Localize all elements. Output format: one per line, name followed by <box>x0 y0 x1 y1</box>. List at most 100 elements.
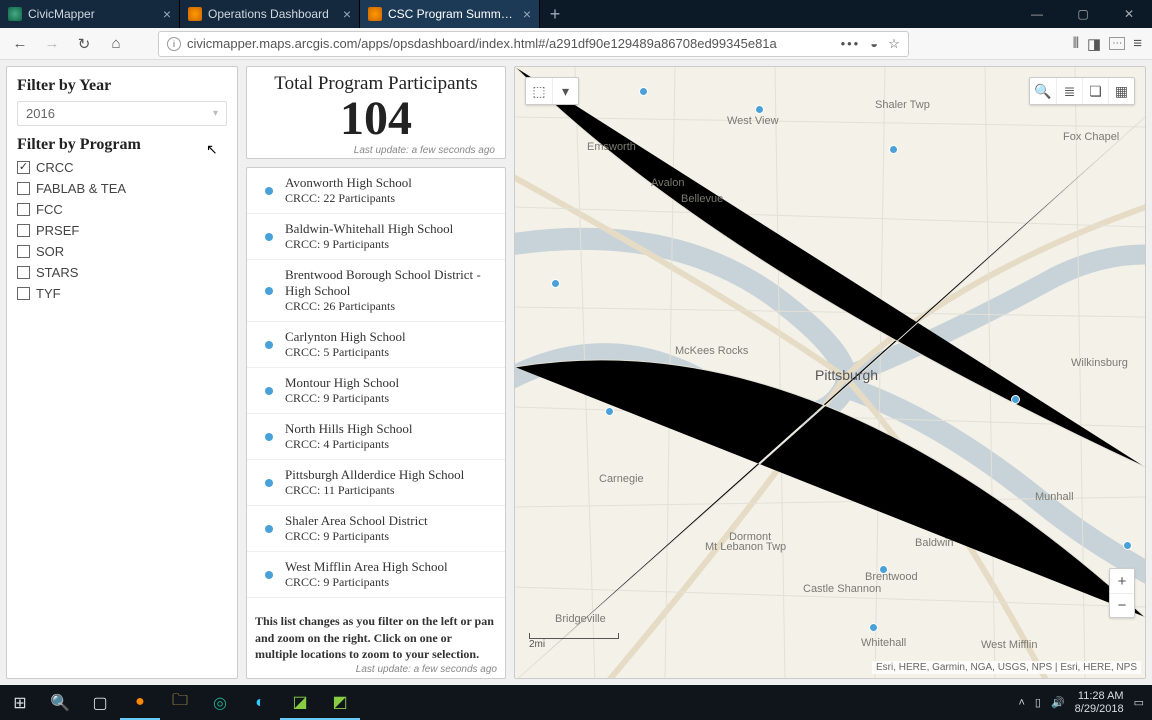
zoom-out-button[interactable]: − <box>1110 593 1134 617</box>
task-view-icon[interactable]: ▢ <box>80 685 120 720</box>
tab-csc-program-summary[interactable]: CSC Program Summary Dashb × <box>360 0 540 28</box>
more-icon[interactable]: ••• <box>841 36 861 51</box>
network-icon[interactable]: ▯ <box>1035 696 1041 709</box>
map-point[interactable] <box>1123 541 1132 550</box>
file-explorer-icon[interactable]: 🗀 <box>160 685 200 720</box>
close-icon[interactable]: × <box>163 6 171 22</box>
tab-label: CSC Program Summary Dashb <box>388 7 517 21</box>
list-item[interactable]: Avonworth High SchoolCRCC: 22 Participan… <box>247 168 505 214</box>
program-checkbox-sor[interactable]: SOR <box>17 244 227 259</box>
list-item[interactable]: Pittsburgh Allderdice High SchoolCRCC: 1… <box>247 460 505 506</box>
list-item[interactable]: North Hills High SchoolCRCC: 4 Participa… <box>247 414 505 460</box>
map-toolbar: 🔍 ≣ ❏ ▦ <box>1029 77 1135 105</box>
map-place-label: Fox Chapel <box>1063 131 1119 143</box>
firefox-icon[interactable]: ● <box>120 685 160 720</box>
search-taskbar-icon[interactable]: 🔍 <box>40 685 80 720</box>
basemap-icon[interactable]: ▦ <box>1108 78 1134 104</box>
select-tool-icon[interactable]: ⬚ <box>526 78 552 104</box>
map-point[interactable] <box>605 407 614 416</box>
bookmark-star-icon[interactable]: ☆ <box>888 36 900 52</box>
program-checkbox-crcc[interactable]: CRCC <box>17 160 227 175</box>
site-info-icon[interactable]: i <box>167 37 181 51</box>
tray-up-icon[interactable]: ˄ <box>1018 697 1024 709</box>
school-name: Shaler Area School District <box>285 513 428 529</box>
list-item[interactable]: West Mifflin Area High SchoolCRCC: 9 Par… <box>247 552 505 598</box>
screenshot-icon[interactable]: ⋯ <box>1109 37 1125 50</box>
map-panel[interactable]: West ViewShaler TwpFox ChapelEmsworthAva… <box>514 66 1146 679</box>
checkbox-icon[interactable] <box>17 266 30 279</box>
program-checkbox-prsef[interactable]: PRSEF <box>17 223 227 238</box>
list-note: This list changes as you filter on the l… <box>247 607 505 662</box>
map-point[interactable] <box>869 623 878 632</box>
menu-icon[interactable]: ≡ <box>1133 35 1142 52</box>
close-icon[interactable]: × <box>343 6 351 22</box>
map-place-label: Castle Shannon <box>803 583 881 595</box>
point-icon <box>265 433 273 441</box>
maximize-button[interactable]: ▢ <box>1060 0 1106 28</box>
program-checkbox-tyf[interactable]: TYF <box>17 286 227 301</box>
checkbox-icon[interactable] <box>17 287 30 300</box>
school-list[interactable]: Avonworth High SchoolCRCC: 22 Participan… <box>247 168 505 607</box>
home-button[interactable]: ⌂ <box>102 30 130 58</box>
list-item[interactable]: Brentwood Borough School District - High… <box>247 260 505 322</box>
layers-icon[interactable]: ❏ <box>1082 78 1108 104</box>
edge-icon[interactable]: ◎ <box>200 685 240 720</box>
tab-operations-dashboard[interactable]: Operations Dashboard × <box>180 0 360 28</box>
school-sub: CRCC: 5 Participants <box>285 345 406 360</box>
library-icon[interactable]: ⫴ <box>1073 35 1079 52</box>
checkbox-icon[interactable] <box>17 182 30 195</box>
list-item[interactable]: Carlynton High SchoolCRCC: 5 Participant… <box>247 322 505 368</box>
tab-label: Operations Dashboard <box>208 7 337 21</box>
favicon-icon <box>368 7 382 21</box>
start-button[interactable]: ⊞ <box>0 685 40 720</box>
forward-button[interactable]: → <box>38 30 66 58</box>
checkbox-label: FCC <box>36 202 63 217</box>
back-button[interactable]: ← <box>6 30 34 58</box>
app-icon-3[interactable]: ◩ <box>320 685 360 720</box>
checkbox-icon[interactable] <box>17 245 30 258</box>
scale-label: 2mi <box>529 639 545 650</box>
checkbox-icon[interactable] <box>17 203 30 216</box>
map-point[interactable] <box>551 279 560 288</box>
year-select[interactable]: 2016 ▾ <box>17 101 227 126</box>
tab-civicmapper[interactable]: CivicMapper × <box>0 0 180 28</box>
pocket-icon[interactable]: ◒ <box>870 36 878 51</box>
search-icon[interactable]: 🔍 <box>1030 78 1056 104</box>
close-window-button[interactable]: ✕ <box>1106 0 1152 28</box>
program-checkbox-fcc[interactable]: FCC <box>17 202 227 217</box>
map-point[interactable] <box>1011 395 1020 404</box>
new-tab-button[interactable]: + <box>540 0 570 28</box>
school-sub: CRCC: 4 Participants <box>285 437 412 452</box>
sidebar-icon[interactable]: ◨ <box>1087 35 1101 53</box>
list-item[interactable]: Shaler Area School DistrictCRCC: 9 Parti… <box>247 506 505 552</box>
app-icon-2[interactable]: ◪ <box>280 685 320 720</box>
map-place-label: Mt Lebanon Twp <box>705 541 786 553</box>
checkbox-label: PRSEF <box>36 223 79 238</box>
program-checkbox-fablab-tea[interactable]: FABLAB & TEA <box>17 181 227 196</box>
map-point[interactable] <box>755 105 764 114</box>
list-item[interactable]: Baldwin-Whitehall High SchoolCRCC: 9 Par… <box>247 214 505 260</box>
map-select-toolbar: ⬚ ▾ <box>525 77 579 105</box>
school-name: West Mifflin Area High School <box>285 559 448 575</box>
chevron-down-icon: ▾ <box>213 108 218 119</box>
map-point[interactable] <box>889 145 898 154</box>
program-checkbox-stars[interactable]: STARS <box>17 265 227 280</box>
checkbox-icon[interactable] <box>17 224 30 237</box>
clock[interactable]: 11:28 AM 8/29/2018 <box>1075 690 1124 714</box>
school-sub: CRCC: 9 Participants <box>285 575 448 590</box>
minimize-button[interactable]: — <box>1014 0 1060 28</box>
checkbox-icon[interactable] <box>17 161 30 174</box>
app-icon-1[interactable]: ◐ <box>240 685 280 720</box>
map-place-label: Carnegie <box>599 473 644 485</box>
zoom-in-button[interactable]: + <box>1110 569 1134 593</box>
map-point[interactable] <box>879 565 888 574</box>
map-point[interactable] <box>639 87 648 96</box>
notifications-icon[interactable]: ▭ <box>1134 696 1144 709</box>
select-dropdown-icon[interactable]: ▾ <box>552 78 578 104</box>
close-icon[interactable]: × <box>523 6 531 22</box>
reload-button[interactable]: ↻ <box>70 30 98 58</box>
volume-icon[interactable]: 🔊 <box>1051 696 1065 709</box>
list-item[interactable]: Montour High SchoolCRCC: 9 Participants <box>247 368 505 414</box>
address-bar[interactable]: i civicmapper.maps.arcgis.com/apps/opsda… <box>158 31 909 57</box>
legend-icon[interactable]: ≣ <box>1056 78 1082 104</box>
